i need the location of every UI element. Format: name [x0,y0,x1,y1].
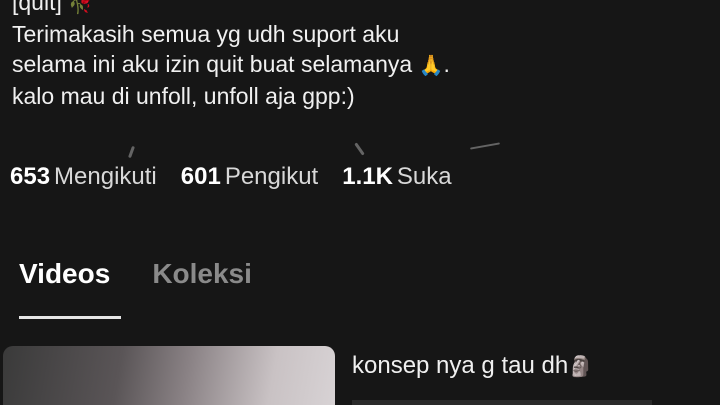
decorative-speck [354,142,365,156]
decorative-speck [128,145,135,159]
bio-line-1: [quit] 🥀 [12,0,712,19]
following-label: Mengikuti [54,163,157,190]
stat-followers[interactable]: 601 Pengikut [181,163,318,191]
decorative-speck [470,142,500,150]
followers-label: Pengikut [224,163,319,190]
video-title[interactable]: konsep nya g tau dh🗿 [352,352,593,380]
active-tab-indicator [19,316,121,319]
stat-following[interactable]: 653 Mengikuti [10,163,157,191]
rose-icon: 🥀 [68,0,94,15]
video-caption-strip [352,400,652,405]
following-count: 653 [10,163,51,190]
profile-screen: [quit] 🥀 Terimakasih semua yg udh suport… [0,0,720,405]
stat-likes[interactable]: 1.1K Suka [342,163,451,191]
profile-stats: 653 Mengikuti 601 Pengikut 1.1K Suka [10,163,476,191]
praying-hands-icon: 🙏 [418,53,444,77]
likes-label: Suka [396,163,452,190]
profile-bio: [quit] 🥀 Terimakasih semua yg udh suport… [12,0,712,111]
followers-count: 601 [180,163,221,190]
bio-line-4: kalo mau di unfoll, unfoll aja gpp:) [12,82,355,109]
video-thumbnail[interactable] [3,346,335,405]
bio-line-3: selama ini aku izin quit buat selamanya … [12,51,450,77]
tab-collections[interactable]: Koleksi [152,258,252,312]
bio-line-2: Terimakasih semua yg udh suport aku [12,20,400,47]
moai-icon: 🗿 [568,354,594,378]
tab-videos[interactable]: Videos [19,258,110,312]
likes-count: 1.1K [342,163,393,190]
profile-tabs: Videos Koleksi [19,258,294,319]
